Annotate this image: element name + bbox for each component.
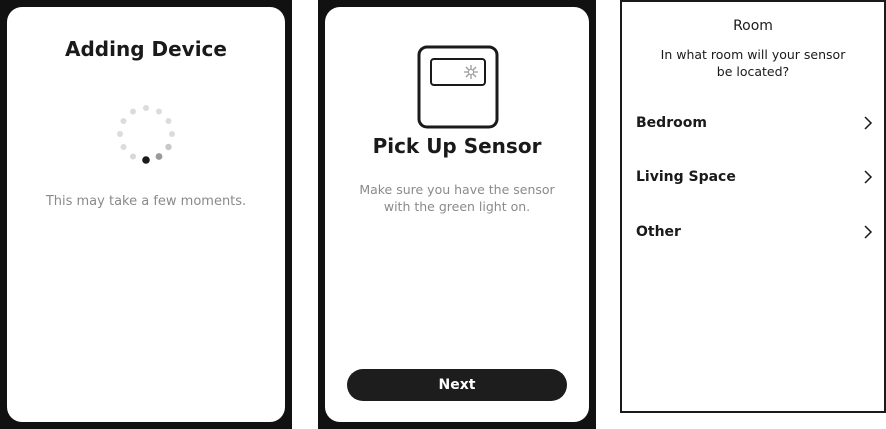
room-question: In what room will your sensor be located… — [642, 46, 864, 80]
description-line: Make sure you have the sensor — [359, 182, 555, 197]
adding-device-screen: Adding Device This may take a few moment… — [7, 7, 285, 422]
room-option-label: Bedroom — [636, 115, 707, 131]
question-line: be located? — [716, 64, 790, 79]
sensor-device-icon — [417, 45, 499, 129]
room-selection-screen: Room In what room will your sensor be lo… — [620, 0, 886, 413]
loading-spinner-icon — [117, 105, 175, 164]
room-option-living-space[interactable]: Living Space — [636, 162, 876, 192]
chevron-right-icon — [864, 225, 873, 239]
chevron-right-icon — [864, 116, 873, 130]
pick-up-sensor-screen: Pick Up Sensor Make sure you have the se… — [325, 7, 589, 422]
room-header: Room — [733, 18, 773, 34]
description-line: with the green light on. — [383, 199, 531, 214]
room-option-label: Living Space — [636, 169, 736, 185]
pick-up-sensor-phone: Pick Up Sensor Make sure you have the se… — [318, 0, 596, 429]
adding-device-message: This may take a few moments. — [45, 194, 247, 209]
pick-up-sensor-description: Make sure you have the sensor with the g… — [337, 181, 577, 215]
room-option-other[interactable]: Other — [636, 217, 876, 247]
chevron-right-icon — [864, 170, 873, 184]
room-option-label: Other — [636, 224, 681, 240]
question-line: In what room will your sensor — [660, 47, 846, 62]
adding-device-phone: Adding Device This may take a few moment… — [0, 0, 292, 429]
room-option-bedroom[interactable]: Bedroom — [636, 108, 876, 138]
adding-device-title: Adding Device — [65, 37, 227, 61]
pick-up-sensor-title: Pick Up Sensor — [372, 134, 542, 158]
next-button[interactable]: Next — [347, 369, 567, 401]
